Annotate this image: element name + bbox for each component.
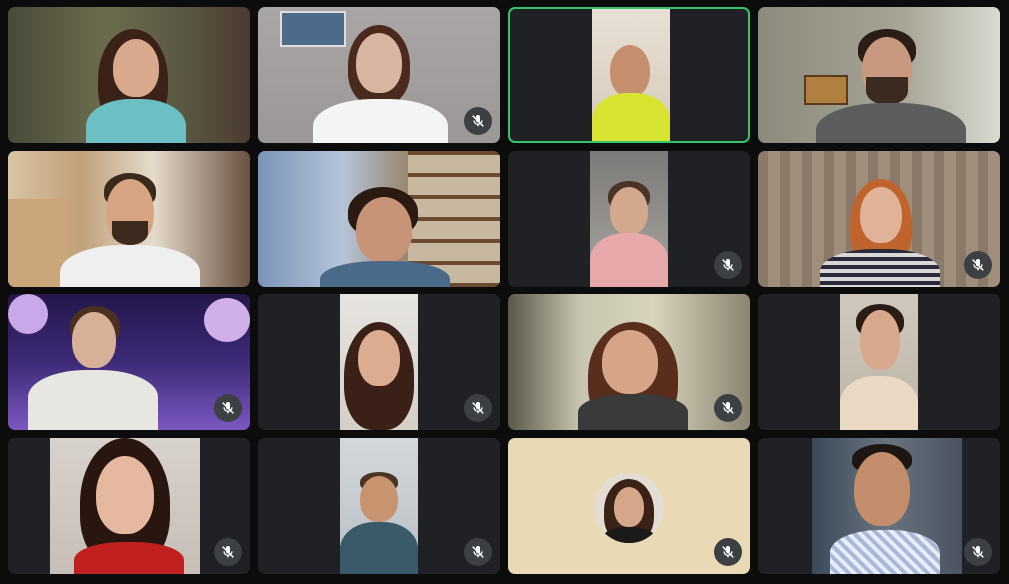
participant-video xyxy=(590,151,668,287)
participant-tile-11[interactable] xyxy=(508,294,750,430)
participant-tile-10[interactable] xyxy=(258,294,500,430)
participant-tile-14[interactable] xyxy=(258,438,500,574)
participant-video xyxy=(50,438,200,574)
participant-tile-9[interactable] xyxy=(8,294,250,430)
video-grid xyxy=(0,0,1009,584)
microphone-muted-icon[interactable] xyxy=(714,251,742,279)
microphone-muted-icon[interactable] xyxy=(464,394,492,422)
microphone-muted-icon[interactable] xyxy=(714,394,742,422)
participant-video xyxy=(340,294,418,430)
microphone-muted-icon[interactable] xyxy=(464,538,492,566)
microphone-muted-icon[interactable] xyxy=(714,538,742,566)
participant-tile-8[interactable] xyxy=(758,151,1000,287)
participant-tile-3-active-speaker[interactable] xyxy=(508,7,750,143)
participant-tile-1[interactable] xyxy=(8,7,250,143)
participant-video xyxy=(8,151,250,287)
participant-tile-7[interactable] xyxy=(508,151,750,287)
avatar xyxy=(594,473,664,543)
microphone-muted-icon[interactable] xyxy=(964,538,992,566)
participant-video xyxy=(258,151,500,287)
participant-video xyxy=(340,438,418,574)
participant-tile-13[interactable] xyxy=(8,438,250,574)
participant-tile-6[interactable] xyxy=(258,151,500,287)
participant-video xyxy=(8,7,250,143)
participant-tile-16[interactable] xyxy=(758,438,1000,574)
participant-tile-15-camera-off[interactable] xyxy=(508,438,750,574)
participant-tile-12[interactable] xyxy=(758,294,1000,430)
participant-video xyxy=(758,7,1000,143)
participant-tile-5[interactable] xyxy=(8,151,250,287)
participant-video xyxy=(840,294,918,430)
microphone-muted-icon[interactable] xyxy=(464,107,492,135)
microphone-muted-icon[interactable] xyxy=(964,251,992,279)
participant-tile-4[interactable] xyxy=(758,7,1000,143)
microphone-muted-icon[interactable] xyxy=(214,538,242,566)
participant-video xyxy=(812,438,962,574)
microphone-muted-icon[interactable] xyxy=(214,394,242,422)
participant-video xyxy=(592,9,670,141)
participant-tile-2[interactable] xyxy=(258,7,500,143)
